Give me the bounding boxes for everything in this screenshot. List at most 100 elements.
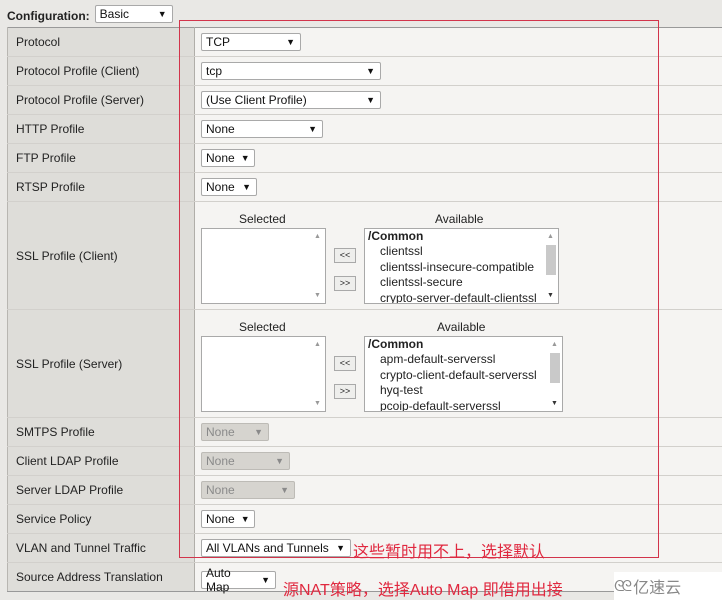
source-address-translation-select[interactable]: Auto Map ▼ — [201, 566, 276, 594]
select-value: None — [206, 151, 235, 165]
chevron-down-icon: ▼ — [242, 182, 251, 192]
row-server-ldap-profile: Server LDAP Profile None ▼ — [7, 475, 722, 505]
move-right-button[interactable]: >> — [334, 275, 356, 291]
label-ssl-profile-client: SSL Profile (Client) — [7, 201, 195, 310]
scrollbar[interactable]: ▲ ▼ — [544, 228, 558, 303]
chevron-down-icon: ▼ — [366, 95, 375, 105]
chevron-down-icon: ▼ — [254, 427, 263, 437]
list-item[interactable]: crypto-client-default-serverssl — [368, 368, 562, 384]
move-left-button[interactable]: << — [334, 247, 356, 263]
select-value: None — [206, 122, 235, 136]
selected-header: Selected — [239, 211, 286, 226]
label-rtsp-profile: RTSP Profile — [7, 172, 195, 202]
client-ldap-profile-select: None ▼ — [201, 452, 290, 470]
list-item[interactable]: clientssl-insecure-compatible — [368, 260, 558, 276]
scroll-down-icon[interactable]: ▼ — [314, 292, 321, 299]
watermark: ᘓᘓ 亿速云 — [614, 572, 722, 600]
configuration-bar: Configuration: Basic ▼ — [7, 4, 173, 24]
select-value: None — [206, 180, 235, 194]
chevron-down-icon: ▼ — [366, 66, 375, 76]
scroll-down-icon[interactable]: ▼ — [551, 400, 558, 407]
protocol-profile-client-select[interactable]: tcp ▼ — [201, 62, 381, 80]
select-value: (Use Client Profile) — [206, 93, 307, 107]
label-http-profile: HTTP Profile — [7, 114, 195, 144]
ssl-client-dual-list: Selected Available ▲ ▼ << >> /Common clie… — [201, 206, 581, 306]
scrollbar[interactable]: ▲ ▼ — [548, 336, 562, 411]
configuration-value: Basic — [99, 7, 129, 21]
selected-header: Selected — [239, 319, 286, 334]
label-protocol: Protocol — [7, 27, 195, 57]
list-item[interactable]: clientssl — [368, 244, 558, 260]
select-value: None — [206, 483, 235, 497]
scroll-up-icon[interactable]: ▲ — [314, 341, 321, 348]
ftp-profile-select[interactable]: None ▼ — [201, 149, 255, 167]
annotation-note-snat: 源NAT策略，选择Auto Map 即借用出接 — [283, 582, 563, 599]
protocol-profile-server-select[interactable]: (Use Client Profile) ▼ — [201, 91, 381, 109]
chevron-down-icon: ▼ — [261, 574, 270, 585]
ssl-client-available-list[interactable]: /Common clientssl clientssl-insecure-com… — [364, 227, 559, 304]
server-ldap-profile-select: None ▼ — [201, 481, 295, 499]
configuration-select[interactable]: Basic ▼ — [94, 5, 173, 23]
list-group: /Common — [368, 336, 424, 351]
chevron-down-icon: ▼ — [275, 456, 284, 466]
row-protocol: Protocol TCP ▼ — [7, 27, 722, 57]
settings-table: Protocol TCP ▼ Protocol Profile (Client) … — [7, 27, 722, 594]
list-item[interactable]: crypto-server-default-clientssl — [368, 291, 558, 303]
select-value: TCP — [206, 35, 230, 49]
available-header: Available — [437, 319, 486, 334]
list-item[interactable]: pcoip-default-serverssl — [368, 399, 562, 411]
label-ssl-profile-server: SSL Profile (Server) — [7, 309, 195, 418]
ssl-server-selected-list[interactable]: ▲ ▼ — [201, 335, 326, 412]
scroll-thumb[interactable] — [550, 352, 560, 383]
label-service-policy: Service Policy — [7, 504, 195, 534]
row-ssl-profile-server: SSL Profile (Server) Selected Available … — [7, 309, 722, 418]
row-http-profile: HTTP Profile None ▼ — [7, 114, 722, 144]
list-group: /Common — [368, 228, 424, 243]
protocol-select[interactable]: TCP ▼ — [201, 33, 301, 51]
move-left-button[interactable]: << — [334, 355, 356, 371]
scroll-down-icon[interactable]: ▼ — [314, 400, 321, 407]
label-server-ldap-profile: Server LDAP Profile — [7, 475, 195, 505]
chevron-down-icon: ▼ — [157, 9, 167, 19]
scrollbar[interactable]: ▲ ▼ — [311, 228, 325, 303]
ssl-server-available-list[interactable]: /Common apm-default-serverssl crypto-cli… — [364, 335, 563, 412]
chevron-down-icon: ▼ — [240, 153, 250, 163]
rtsp-profile-select[interactable]: None ▼ — [201, 178, 257, 196]
scroll-down-icon[interactable]: ▼ — [547, 292, 554, 299]
select-value: Auto Map — [206, 565, 231, 594]
ssl-client-selected-list[interactable]: ▲ ▼ — [201, 227, 326, 304]
move-right-button[interactable]: >> — [334, 383, 356, 399]
cloud-logo-icon: ᘓᘓ — [614, 577, 632, 595]
scroll-up-icon[interactable]: ▲ — [314, 233, 321, 240]
row-client-ldap-profile: Client LDAP Profile None ▼ — [7, 446, 722, 476]
label-protocol-profile-server: Protocol Profile (Server) — [7, 85, 195, 115]
scrollbar[interactable]: ▲ ▼ — [311, 336, 325, 411]
annotation-note-defaults: 这些暂时用不上，选择默认 — [353, 544, 546, 561]
row-ssl-profile-client: SSL Profile (Client) Selected Available … — [7, 201, 722, 310]
chevron-down-icon: ▼ — [336, 543, 345, 553]
label-vlan-tunnel-traffic: VLAN and Tunnel Traffic — [7, 533, 195, 563]
scroll-thumb[interactable] — [546, 244, 556, 275]
scroll-up-icon[interactable]: ▲ — [547, 233, 554, 240]
label-client-ldap-profile: Client LDAP Profile — [7, 446, 195, 476]
select-value: None — [206, 454, 235, 468]
list-item[interactable]: apm-default-serverssl — [368, 352, 562, 368]
chevron-down-icon: ▼ — [286, 37, 295, 47]
chevron-down-icon: ▼ — [280, 485, 289, 495]
list-item[interactable]: hyq-test — [368, 383, 562, 399]
label-source-address-translation: Source Address Translation — [7, 562, 195, 592]
vlan-tunnel-traffic-select[interactable]: All VLANs and Tunnels ▼ — [201, 539, 351, 557]
label-smtps-profile: SMTPS Profile — [7, 417, 195, 447]
row-ftp-profile: FTP Profile None ▼ — [7, 143, 722, 173]
watermark-text: 亿速云 — [633, 580, 682, 597]
chevron-down-icon: ▼ — [240, 514, 250, 524]
service-policy-select[interactable]: None ▼ — [201, 510, 255, 528]
list-item[interactable]: clientssl-secure — [368, 275, 558, 291]
row-service-policy: Service Policy None ▼ — [7, 504, 722, 534]
scroll-up-icon[interactable]: ▲ — [551, 341, 558, 348]
select-value: All VLANs and Tunnels — [206, 541, 329, 555]
smtps-profile-select: None ▼ — [201, 423, 269, 441]
select-value: tcp — [206, 64, 223, 78]
row-smtps-profile: SMTPS Profile None ▼ — [7, 417, 722, 447]
http-profile-select[interactable]: None ▼ — [201, 120, 323, 138]
